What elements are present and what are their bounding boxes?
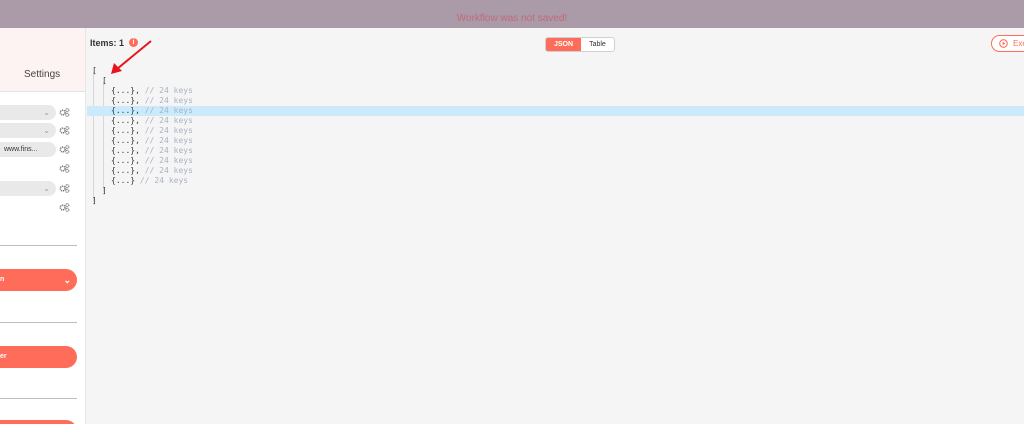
- json-item-row[interactable]: {...}, // 24 keys: [87, 96, 1024, 106]
- chevron-down-icon: ⌄: [63, 275, 71, 285]
- execute-node-button[interactable]: Exe: [991, 35, 1024, 52]
- gear-icon[interactable]: [59, 107, 70, 118]
- chevron-down-icon: ⌄: [43, 108, 50, 117]
- param-select-3[interactable]: ⌄: [0, 181, 56, 196]
- json-item-row[interactable]: {...}, // 24 keys: [87, 156, 1024, 166]
- gear-icon[interactable]: [59, 125, 70, 136]
- table-view-button[interactable]: Table: [581, 38, 614, 51]
- json-item-row[interactable]: {...}, // 24 keys: [87, 126, 1024, 136]
- json-item-row[interactable]: {...}, // 24 keys: [87, 86, 1024, 96]
- play-circle-icon: [999, 39, 1008, 48]
- json-item-row[interactable]: {...}, // 24 keys: [87, 116, 1024, 126]
- node-tabstrip: Settings: [0, 28, 85, 92]
- json-open-bracket-inner: [: [102, 76, 107, 85]
- json-item-row[interactable]: {...}, // 24 keys: [87, 166, 1024, 176]
- chevron-down-icon: ⌄: [43, 184, 50, 193]
- chevron-down-icon: ⌄: [43, 126, 50, 135]
- view-mode-toggle[interactable]: JSON Table: [545, 37, 615, 52]
- json-item-row[interactable]: {...}, // 24 keys: [87, 136, 1024, 146]
- tab-settings[interactable]: Settings: [24, 69, 60, 80]
- json-close-bracket: ]: [92, 196, 97, 205]
- section-divider: [0, 245, 77, 246]
- param-select-2[interactable]: ⌄: [0, 123, 56, 138]
- section-divider: [0, 322, 77, 323]
- json-item-row[interactable]: {...} // 24 keys: [87, 176, 1024, 186]
- add-parameter-button[interactable]: er: [0, 346, 77, 368]
- param-url-input[interactable]: www.fins...: [0, 142, 56, 157]
- gear-icon[interactable]: [59, 163, 70, 174]
- unsaved-message: Workflow was not saved!: [456, 13, 568, 24]
- output-panel: Items: 1 i JSON Table Exe [ [ {...}, // …: [87, 28, 1024, 424]
- json-item-row[interactable]: {...}, // 24 keys: [87, 146, 1024, 156]
- gear-icon[interactable]: [59, 144, 70, 155]
- json-open-bracket: [: [92, 66, 97, 75]
- section-divider: [0, 398, 77, 399]
- node-parameters-panel: Settings ⌄ ⌄ www.fins... ⌄ n ⌄ er: [0, 28, 86, 424]
- json-item-row[interactable]: {...}, // 24 keys: [87, 106, 1024, 116]
- gear-icon[interactable]: [59, 183, 70, 194]
- json-close-bracket-inner: ]: [102, 186, 107, 195]
- unsaved-banner: Workflow was not saved!: [0, 0, 1024, 28]
- json-view-button[interactable]: JSON: [546, 38, 582, 51]
- annotation-arrow-icon: [111, 40, 152, 74]
- gear-icon[interactable]: [59, 202, 70, 213]
- add-option-button[interactable]: n ⌄: [0, 269, 77, 291]
- param-select-1[interactable]: ⌄: [0, 105, 56, 120]
- add-button[interactable]: [0, 420, 77, 424]
